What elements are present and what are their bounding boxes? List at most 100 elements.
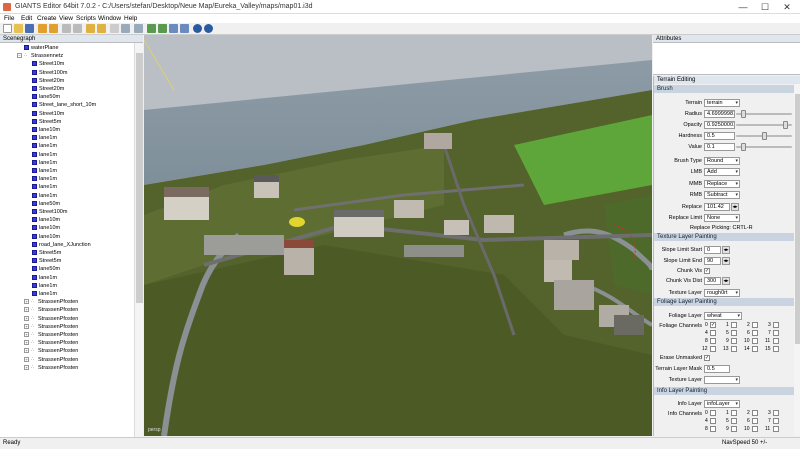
tree-item[interactable]: lane10m xyxy=(32,126,60,134)
texture-layer-select[interactable]: rough0rt xyxy=(704,289,740,297)
slope-end-spin-icon[interactable]: ◂▸ xyxy=(722,257,730,265)
chunk-dist-input[interactable]: 300 xyxy=(704,277,721,285)
tree-item[interactable]: lane1m xyxy=(32,151,57,159)
value-slider[interactable] xyxy=(736,143,792,151)
replace-input[interactable]: 101.42 xyxy=(704,203,730,211)
replace-spin-icon[interactable]: ◂▸ xyxy=(731,203,739,211)
tree-item[interactable]: lane1m xyxy=(32,159,57,167)
maximize-button[interactable]: ☐ xyxy=(754,0,776,14)
3d-viewport[interactable]: persp xyxy=(144,35,652,436)
expand-icon[interactable]: + xyxy=(24,340,29,346)
close-button[interactable]: ✕ xyxy=(776,0,798,14)
channel-checkbox[interactable] xyxy=(752,410,758,416)
channel-checkbox[interactable] xyxy=(752,338,758,344)
menu-window[interactable]: Window xyxy=(98,14,121,23)
tree-item[interactable]: lane1m xyxy=(32,183,57,191)
tree-item[interactable]: lane10m xyxy=(32,224,60,232)
tree-item[interactable]: Street_lane_short_10m xyxy=(32,101,96,109)
undo-icon[interactable] xyxy=(86,24,95,33)
menu-file[interactable]: File xyxy=(4,14,14,23)
channel-checkbox[interactable] xyxy=(752,418,758,424)
radius-slider-knob[interactable] xyxy=(741,110,747,118)
info-layer-section[interactable]: Info Layer Painting xyxy=(654,387,794,395)
info-layer-select[interactable]: infoLayer xyxy=(704,400,740,408)
redo-icon[interactable] xyxy=(97,24,106,33)
slope-start-input[interactable]: 0 xyxy=(704,246,721,254)
collapse-icon[interactable]: − xyxy=(17,53,22,59)
tree-item[interactable]: Street20m xyxy=(32,85,64,93)
radius-slider[interactable] xyxy=(736,110,792,118)
value-slider-knob[interactable] xyxy=(741,143,747,151)
channel-checkbox[interactable] xyxy=(710,346,716,352)
expand-icon[interactable]: + xyxy=(24,315,29,321)
value-input[interactable]: 0.1 xyxy=(704,143,735,151)
channel-checkbox[interactable] xyxy=(710,410,716,416)
tree-item[interactable]: lane1m xyxy=(32,282,57,290)
tree-item-strassenpfosten[interactable]: + ∴ StrassenPfosten xyxy=(24,339,78,347)
menu-view[interactable]: View xyxy=(59,14,73,23)
slope-end-input[interactable]: 90 xyxy=(704,257,721,265)
slope-start-spin-icon[interactable]: ◂▸ xyxy=(722,246,730,254)
texture-layer-section[interactable]: Texture Layer Painting xyxy=(654,233,794,241)
mmb-select[interactable]: Replace xyxy=(704,180,740,188)
channel-checkbox[interactable] xyxy=(731,418,737,424)
expand-icon[interactable]: + xyxy=(24,364,29,370)
brush-type-select[interactable]: Round xyxy=(704,157,740,165)
texture-tool-icon[interactable] xyxy=(169,24,178,33)
channel-checkbox[interactable] xyxy=(752,322,758,328)
tree-item[interactable]: lane10m xyxy=(32,233,60,241)
channel-checkbox[interactable] xyxy=(731,346,737,352)
tree-item[interactable]: lane1m xyxy=(32,290,57,298)
channel-checkbox[interactable] xyxy=(731,322,737,328)
tree-item[interactable]: lane1m xyxy=(32,274,57,282)
terrain-tool-icon[interactable] xyxy=(147,24,156,33)
channel-checkbox[interactable] xyxy=(710,426,716,432)
brush-section[interactable]: Brush xyxy=(654,85,794,93)
tree-item[interactable]: lane50m xyxy=(32,200,60,208)
channel-checkbox[interactable] xyxy=(731,338,737,344)
scrollbar-thumb[interactable] xyxy=(795,94,800,344)
tree-item[interactable]: lane50m xyxy=(32,265,60,273)
lmb-select[interactable]: Add xyxy=(704,168,740,176)
terrain-layer-mask-input[interactable]: 0.5 xyxy=(704,365,730,373)
tree-item-strassenpfosten[interactable]: + ∴ StrassenPfosten xyxy=(24,364,78,372)
select-tool-icon[interactable] xyxy=(110,24,119,33)
channel-checkbox[interactable] xyxy=(773,426,779,432)
hardness-slider[interactable] xyxy=(736,132,792,140)
expand-icon[interactable]: + xyxy=(24,348,29,354)
tree-item-strassenpfosten[interactable]: + ∴ StrassenPfosten xyxy=(24,323,78,331)
tree-item[interactable]: Street5m xyxy=(32,249,61,257)
tree-item[interactable]: Street5m xyxy=(32,118,61,126)
foliage-tool-icon[interactable] xyxy=(158,24,167,33)
cut-icon[interactable] xyxy=(62,24,71,33)
chunk-dist-spin-icon[interactable]: ◂▸ xyxy=(722,277,730,285)
tree-item[interactable]: lane1m xyxy=(32,142,57,150)
tree-item[interactable]: Street10m xyxy=(32,110,64,118)
channel-checkbox[interactable] xyxy=(773,418,779,424)
hardness-slider-knob[interactable] xyxy=(761,132,767,140)
move-tool-icon[interactable] xyxy=(121,24,130,33)
rotate-tool-icon[interactable] xyxy=(134,24,143,33)
tree-item[interactable]: Street5m xyxy=(32,257,61,265)
tree-item[interactable]: lane1m xyxy=(32,192,57,200)
tree-item[interactable]: Street100m xyxy=(32,69,67,77)
terrain-panel-scrollbar[interactable] xyxy=(794,84,800,436)
channel-checkbox[interactable]: ✓ xyxy=(710,322,716,328)
scenegraph-tree[interactable]: waterPlane − ∴ Strassennetz Street10m Street1… xyxy=(0,43,134,437)
channel-checkbox[interactable] xyxy=(773,330,779,336)
channel-checkbox[interactable] xyxy=(773,410,779,416)
channel-checkbox[interactable] xyxy=(773,346,779,352)
opacity-slider[interactable] xyxy=(736,121,792,129)
channel-checkbox[interactable] xyxy=(773,322,779,328)
expand-icon[interactable]: + xyxy=(24,299,29,305)
scenegraph-scrollbar[interactable] xyxy=(134,43,143,437)
tree-item-strassenpfosten[interactable]: + ∴ StrassenPfosten xyxy=(24,306,78,314)
channel-checkbox[interactable] xyxy=(752,346,758,352)
minimize-button[interactable]: — xyxy=(732,0,754,14)
tree-item-strassenpfosten[interactable]: + ∴ StrassenPfosten xyxy=(24,356,78,364)
rmb-select[interactable]: Subtract xyxy=(704,191,740,199)
channel-checkbox[interactable] xyxy=(710,418,716,424)
channel-checkbox[interactable] xyxy=(731,410,737,416)
tree-item-strassenpfosten[interactable]: + ∴ StrassenPfosten xyxy=(24,331,78,339)
terrain-select[interactable]: terrain xyxy=(704,99,740,107)
